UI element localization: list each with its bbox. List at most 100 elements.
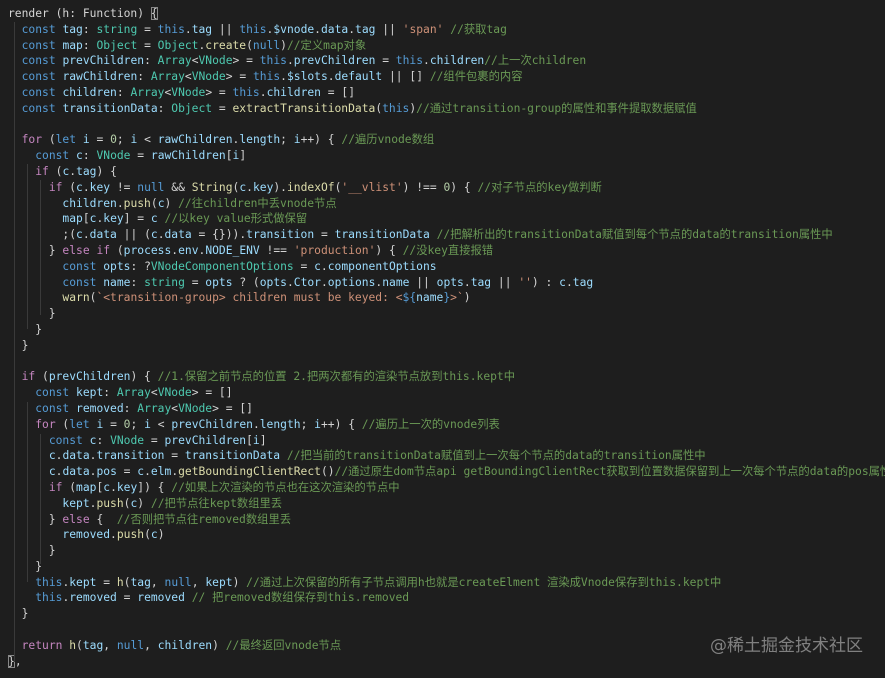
code-token: key <box>89 180 111 194</box>
code-token: push <box>116 528 145 542</box>
code-token: indexOf <box>286 180 335 194</box>
code-line: if (c.key != null && String(c.key).index… <box>0 180 885 196</box>
code-line: const prevChildren: Array<VNode> = this.… <box>0 53 885 69</box>
code-token: tag <box>470 275 492 289</box>
code-token: ) <box>164 196 179 210</box>
code-token: VNode <box>96 149 131 163</box>
code-token: Ctor <box>293 275 321 289</box>
code-line: const c: VNode = prevChildren[i] <box>0 433 885 449</box>
code-token: . <box>286 275 294 289</box>
code-line: const rawChildren: Array<VNode> = this.$… <box>0 69 885 85</box>
code-token: . <box>252 417 260 431</box>
code-token: warn <box>62 291 90 305</box>
code-token: Array <box>116 386 151 400</box>
code-token: : <box>157 101 172 115</box>
code-token: c <box>150 528 158 542</box>
code-token: kept <box>76 386 104 400</box>
code-token: NODE_ENV <box>205 243 260 257</box>
code-token: string <box>144 275 185 289</box>
code-token: VNode <box>191 70 226 84</box>
code-token: name <box>103 275 131 289</box>
code-token: let <box>55 133 77 147</box>
code-token: i <box>314 417 321 431</box>
code-token: key <box>252 180 274 194</box>
code-token: : <box>130 275 145 289</box>
code-editor[interactable]: render (h: Function) { const tag: string… <box>0 0 885 678</box>
code-token: = <box>96 575 117 589</box>
code-token: ). <box>273 180 287 194</box>
code-token: rawChildren <box>150 149 226 163</box>
code-token: `<transition-group> children must be key… <box>96 291 403 305</box>
code-token: ( <box>76 638 83 652</box>
code-token: c <box>48 465 56 479</box>
code-line: c.data.transition = transitionData //把当前… <box>0 448 885 464</box>
code-token: VNode <box>198 54 233 68</box>
code-token: prevChildren <box>48 370 131 384</box>
code-token: : <box>123 401 138 415</box>
code-token: ( <box>62 480 77 494</box>
code-token: transition <box>246 228 315 242</box>
code-line: const name: string = opts ? (opts.Ctor.o… <box>0 275 885 291</box>
code-token: //上一次children <box>484 54 587 68</box>
code-token: tag <box>76 164 97 178</box>
indent-guide-3 <box>40 180 41 315</box>
code-line: } <box>0 543 885 559</box>
code-token: removed <box>69 591 117 605</box>
code-token: map <box>76 480 97 494</box>
code-token: //遍历上一次的vnode列表 <box>361 417 500 431</box>
code-token: } <box>8 307 56 321</box>
code-token: VNode <box>178 401 213 415</box>
code-token: c <box>76 149 83 163</box>
code-token: null <box>252 38 281 52</box>
code-token: if <box>96 243 111 257</box>
code-token: ++) { <box>320 417 362 431</box>
code-token: Array <box>157 54 192 68</box>
code-token: '' <box>518 275 532 289</box>
code-line: removed.push(c) <box>0 527 885 543</box>
code-token: push <box>96 496 124 510</box>
code-token: . <box>423 54 430 68</box>
code-token: ( <box>110 243 124 257</box>
code-token: : <box>103 386 117 400</box>
code-token: //以key value形式做保留 <box>164 212 308 226</box>
code-token: $slots <box>286 70 328 84</box>
code-token: componentOptions <box>327 259 437 273</box>
code-token: ] <box>259 433 267 447</box>
code-line: const kept: Array<VNode> = [] <box>0 385 885 401</box>
indent-guide-1 <box>14 22 15 662</box>
code-token: transitionData <box>334 228 430 242</box>
code-token: . <box>82 180 90 194</box>
code-token: = <box>144 433 165 447</box>
code-token: , <box>14 654 22 668</box>
code-line: } <box>0 606 885 622</box>
code-token: = <box>293 259 315 273</box>
code-token: . <box>246 180 253 194</box>
code-token: . <box>286 54 294 68</box>
code-token: opts <box>259 275 287 289</box>
code-token: ; <box>130 417 145 431</box>
code-token: process <box>123 243 172 257</box>
code-token: || <box>409 275 437 289</box>
code-token: String <box>191 180 233 194</box>
code-token: key <box>103 212 124 226</box>
code-token: //把当前的transitionData赋值到上一次每个节点的data的tran… <box>286 449 706 463</box>
code-token: } <box>8 512 63 526</box>
code-token: ( <box>55 417 70 431</box>
code-token: const <box>35 386 70 400</box>
code-token: > = [] <box>191 386 233 400</box>
code-token: . <box>463 275 471 289</box>
code-token: ( <box>150 196 158 210</box>
code-token: tag <box>355 22 376 36</box>
code-token: c <box>157 196 165 210</box>
code-token: prevChildren <box>62 54 145 68</box>
code-token: || <box>212 22 240 36</box>
code-token: //否则把节点往removed数组里丢 <box>116 512 292 526</box>
code-token: c <box>76 228 83 242</box>
